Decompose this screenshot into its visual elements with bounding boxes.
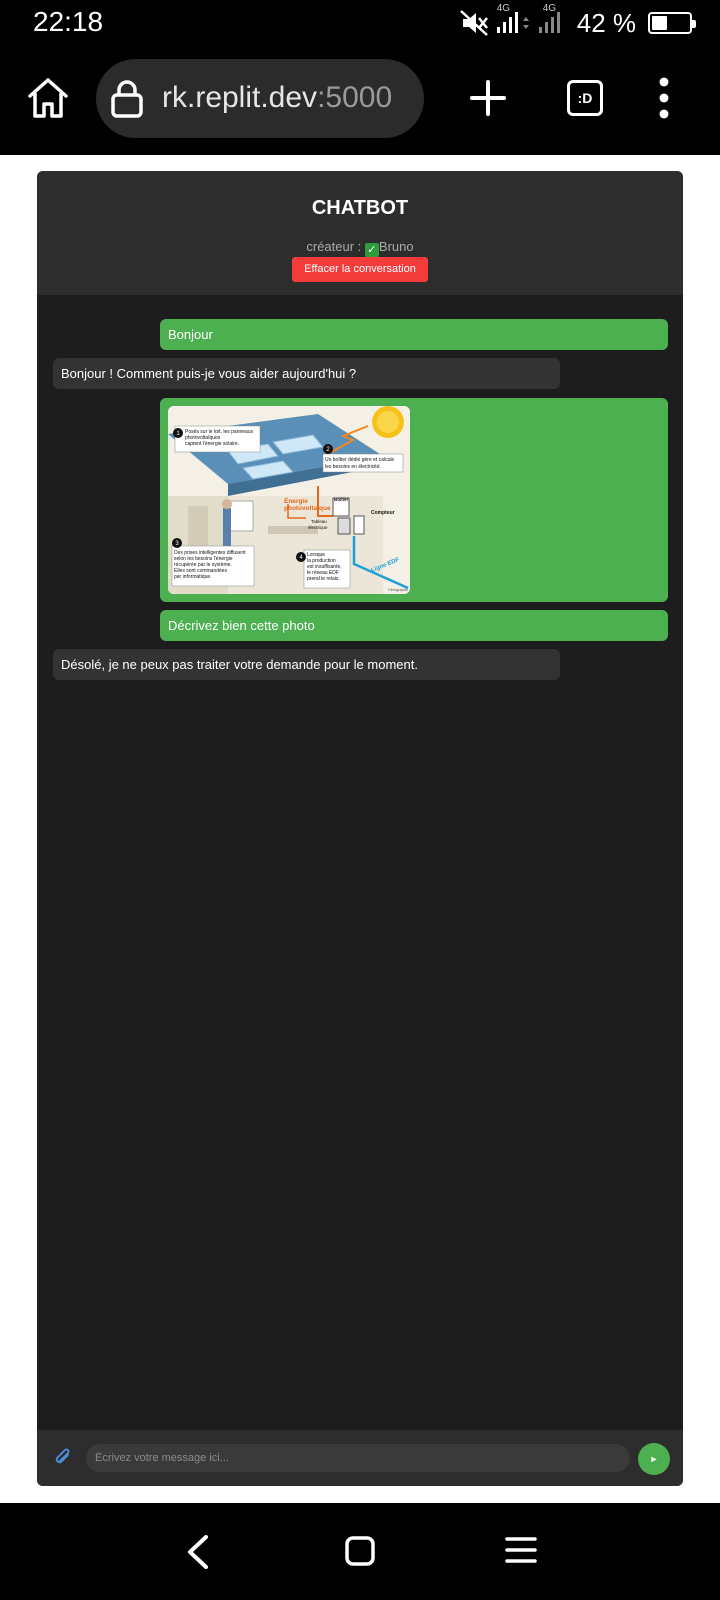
- send-icon: ►: [649, 1454, 659, 1464]
- message-text: Bonjour: [168, 327, 213, 342]
- network-type: 4G: [542, 2, 557, 14]
- url-port: :5000: [317, 81, 393, 114]
- tabs-label: :D: [577, 90, 593, 106]
- label-4-text: prend le relais.: [307, 576, 340, 582]
- url-text[interactable]: rk.replit.dev:5000: [162, 81, 392, 115]
- lock-icon[interactable]: [110, 79, 144, 119]
- boitier-label: Boîtier: [334, 497, 349, 502]
- home-square-icon[interactable]: [344, 1535, 376, 1567]
- message-text: Désolé, je ne peux pas traiter votre dem…: [61, 657, 418, 672]
- mute-icon: [459, 10, 488, 36]
- solar-house-infographic[interactable]: 1 Posés sur le toit, les panneaux photov…: [168, 406, 410, 594]
- paperclip-icon[interactable]: [53, 1446, 73, 1468]
- user-message: Bonjour: [160, 319, 668, 350]
- address-bar[interactable]: rk.replit.dev:5000: [96, 59, 424, 138]
- plus-icon[interactable]: [468, 78, 508, 118]
- bot-message: Bonjour ! Comment puis-je vous aider auj…: [53, 358, 560, 389]
- creator-line: créateur : ✓ Bruno: [37, 239, 683, 257]
- status-time: 22:18: [33, 6, 104, 37]
- chatbot-app: CHATBOT créateur : ✓ Bruno Effacer la con…: [37, 171, 683, 1486]
- message-input[interactable]: [86, 1444, 630, 1472]
- user-message: Décrivez bien cette photo: [160, 610, 668, 641]
- tableau-label: Tableau: [311, 519, 327, 524]
- battery-percent: 42 %: [576, 7, 636, 38]
- status-icons: 4G 4G 42 %: [459, 3, 696, 40]
- bot-message: Désolé, je ne peux pas traiter votre dem…: [53, 649, 560, 680]
- battery-icon: [648, 12, 696, 34]
- status-bar: 22:18 4G 4G 42 %: [0, 0, 720, 44]
- label-2-text: les besoins en électricité.: [325, 464, 381, 470]
- tabs-icon[interactable]: :D: [567, 80, 603, 116]
- battery-level: [652, 16, 667, 30]
- back-icon[interactable]: [184, 1533, 214, 1571]
- home-icon[interactable]: [26, 76, 70, 120]
- more-vert-icon[interactable]: [652, 76, 676, 120]
- send-button[interactable]: ►: [638, 1443, 670, 1475]
- signal-icon: 4G: [537, 3, 565, 40]
- energy-label: photovoltaïque: [284, 505, 331, 512]
- system-navigation-bar: [0, 1503, 720, 1600]
- creator-prefix: créateur :: [306, 239, 365, 254]
- chat-messages: Bonjour Bonjour ! Comment puis-je vous a…: [37, 295, 683, 1430]
- label-3-text: par informatique.: [174, 574, 212, 580]
- recents-menu-icon[interactable]: [504, 1535, 538, 1565]
- energy-label: Énergie: [284, 496, 308, 505]
- label-2-text: Un boîtier dédié gère et calcule: [325, 457, 394, 463]
- app-title: CHATBOT: [311, 197, 409, 219]
- message-text: Décrivez bien cette photo: [168, 618, 315, 633]
- creator-name: Bruno: [378, 239, 414, 254]
- signal-icon: 4G: [495, 3, 531, 40]
- check-icon: ✓: [364, 243, 379, 257]
- network-type: 4G: [496, 2, 511, 14]
- chat-header: CHATBOT créateur : ✓ Bruno Effacer la con…: [37, 171, 683, 295]
- browser-toolbar: rk.replit.dev:5000 :D: [0, 44, 720, 155]
- clear-conversation-button[interactable]: Effacer la conversation: [292, 257, 428, 282]
- user-image-message: 1 Posés sur le toit, les panneaux photov…: [160, 398, 668, 602]
- tableau-label: électrique: [308, 525, 328, 530]
- message-text: Bonjour ! Comment puis-je vous aider auj…: [61, 366, 357, 381]
- image-credit: ©Infographie: [388, 588, 408, 592]
- label-1-text: captent l'énergie solaire.: [185, 441, 239, 447]
- compteur-label: Compteur: [371, 510, 395, 516]
- url-host: rk.replit.dev: [162, 81, 318, 114]
- message-composer: ►: [37, 1430, 683, 1486]
